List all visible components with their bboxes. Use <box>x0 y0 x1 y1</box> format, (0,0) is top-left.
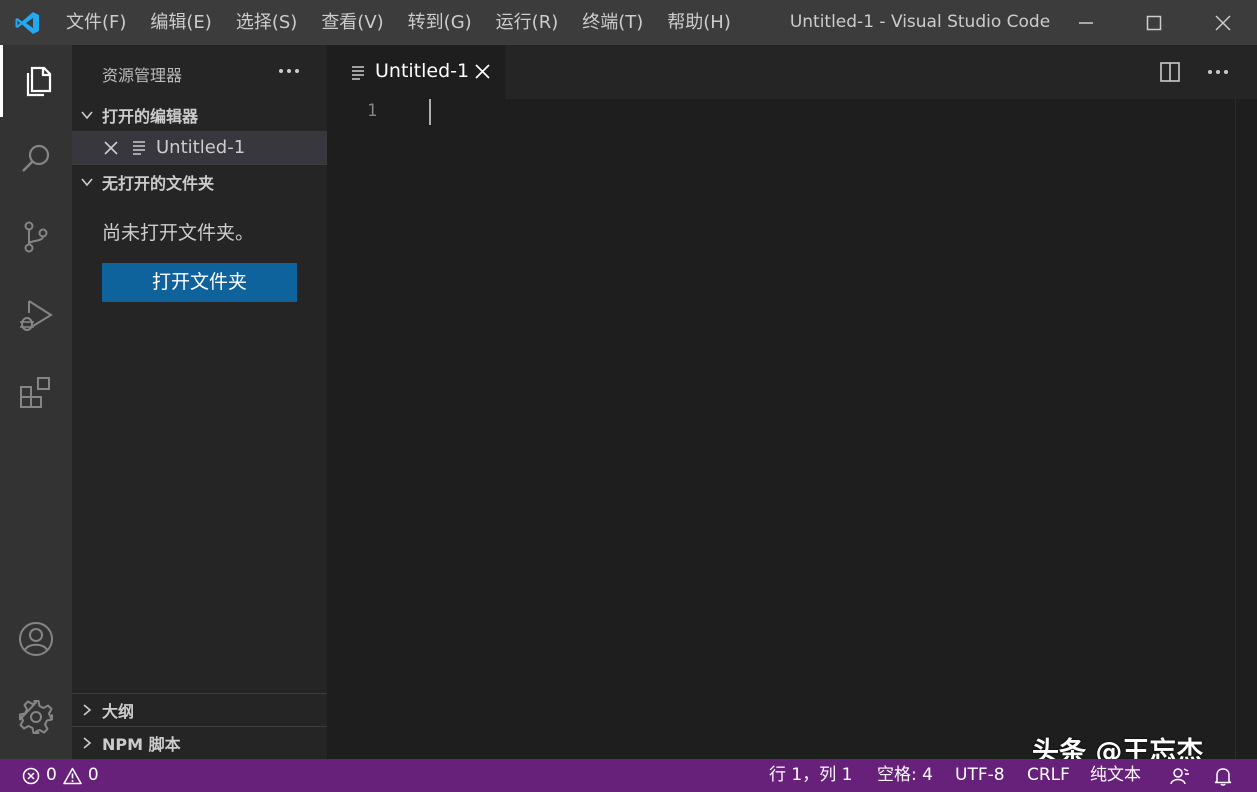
menu-edit[interactable]: 编辑(E) <box>138 0 223 45</box>
status-bar: 0 0 行 1，列 1 空格: 4 UTF-8 CRLF 纯文本 <box>0 759 1257 792</box>
section-npm-scripts-label: NPM 脚本 <box>102 735 181 754</box>
maximize-icon <box>1146 15 1162 30</box>
error-icon <box>22 767 40 784</box>
menu-terminal[interactable]: 终端(T) <box>570 0 655 45</box>
menu-go[interactable]: 转到(G) <box>396 0 484 45</box>
close-editor-icon[interactable] <box>100 137 122 159</box>
settings-gear-icon <box>19 700 53 734</box>
minimize-icon <box>1079 21 1093 24</box>
encoding-status[interactable]: UTF-8 <box>955 759 1005 792</box>
vertical-scrollbar[interactable] <box>1235 99 1236 759</box>
warning-icon <box>63 767 82 784</box>
warning-count: 0 <box>87 765 99 785</box>
cursor-position[interactable]: 行 1，列 1 <box>769 759 852 792</box>
text-file-icon <box>352 66 364 80</box>
line-number: 1 <box>367 101 378 121</box>
activity-accounts[interactable] <box>0 603 72 675</box>
activity-run-debug[interactable] <box>0 279 72 351</box>
ellipsis-icon <box>1208 70 1228 74</box>
vscode-logo-icon[interactable] <box>0 0 54 45</box>
menu-bar: 文件(F) 编辑(E) 选择(S) 查看(V) 转到(G) 运行(R) 终端(T… <box>54 0 743 45</box>
open-editor-item[interactable]: Untitled-1 <box>72 131 327 164</box>
menu-run[interactable]: 运行(R) <box>484 0 571 45</box>
run-debug-icon <box>20 300 53 331</box>
error-count: 0 <box>46 765 57 785</box>
text-file-icon <box>133 141 145 155</box>
tab-untitled-1[interactable]: Untitled-1 <box>327 45 505 99</box>
close-window-button[interactable] <box>1189 0 1257 45</box>
section-open-editors[interactable]: 打开的编辑器 <box>72 99 327 131</box>
open-folder-button[interactable]: 打开文件夹 <box>102 263 297 302</box>
account-icon <box>19 622 53 656</box>
extensions-icon <box>20 377 50 408</box>
section-open-editors-label: 打开的编辑器 <box>102 107 199 126</box>
split-editor-icon <box>1160 62 1180 82</box>
activity-search[interactable] <box>0 123 72 195</box>
close-icon <box>1215 14 1231 31</box>
feedback-icon <box>1170 767 1189 784</box>
menu-view[interactable]: 查看(V) <box>309 0 395 45</box>
maximize-button[interactable] <box>1120 0 1188 45</box>
section-npm-scripts[interactable]: NPM 脚本 <box>72 727 327 759</box>
editor-area[interactable]: 1 <box>327 99 1257 759</box>
bell-icon <box>1214 767 1232 786</box>
menu-selection[interactable]: 选择(S) <box>224 0 309 45</box>
text-cursor <box>429 99 431 125</box>
activity-source-control[interactable] <box>0 201 72 273</box>
menu-file[interactable]: 文件(F) <box>54 0 138 45</box>
no-folder-message: 尚未打开文件夹。 <box>102 222 255 244</box>
chevron-down-icon <box>72 99 102 131</box>
close-tab-icon[interactable] <box>471 60 493 82</box>
section-no-folder-label: 无打开的文件夹 <box>102 174 215 193</box>
sidebar-more-actions[interactable] <box>277 59 301 83</box>
activity-extensions[interactable] <box>0 357 72 429</box>
source-control-icon <box>24 221 48 253</box>
chevron-right-icon <box>72 727 102 759</box>
window-title: Untitled-1 - Visual Studio Code <box>789 12 1051 32</box>
section-no-folder[interactable]: 无打开的文件夹 <box>72 166 327 198</box>
feedback-button[interactable] <box>1170 759 1190 792</box>
indentation-status[interactable]: 空格: 4 <box>877 759 933 792</box>
tab-label: Untitled-1 <box>375 60 470 82</box>
section-outline-label: 大纲 <box>102 702 135 721</box>
problems-status[interactable]: 0 0 <box>22 759 99 792</box>
search-icon <box>22 144 50 172</box>
title-bar: 文件(F) 编辑(E) 选择(S) 查看(V) 转到(G) 运行(R) 终端(T… <box>0 0 1257 45</box>
eol-status[interactable]: CRLF <box>1027 759 1070 792</box>
sidebar-title: 资源管理器 <box>102 66 183 85</box>
explorer-icon <box>26 66 51 97</box>
chevron-down-icon <box>72 166 102 198</box>
activity-manage[interactable] <box>0 681 72 753</box>
editor-more-actions[interactable] <box>1205 59 1231 85</box>
minimize-button[interactable] <box>1052 0 1120 45</box>
menu-help[interactable]: 帮助(H) <box>655 0 743 45</box>
explorer-sidebar: 资源管理器 打开的编辑器 Untitled-1 无打开的文件夹 尚未打开文件夹。… <box>72 45 327 759</box>
divider <box>72 164 327 165</box>
editor-tab-bar: Untitled-1 <box>327 45 1257 99</box>
open-editor-name: Untitled-1 <box>156 137 246 158</box>
activity-bar <box>0 45 72 759</box>
split-editor-button[interactable] <box>1157 59 1183 85</box>
activity-explorer[interactable] <box>0 45 72 117</box>
ellipsis-icon <box>279 69 299 73</box>
section-outline[interactable]: 大纲 <box>72 694 327 726</box>
chevron-right-icon <box>72 694 102 726</box>
language-mode[interactable]: 纯文本 <box>1090 759 1141 792</box>
notifications-button[interactable] <box>1214 759 1232 792</box>
